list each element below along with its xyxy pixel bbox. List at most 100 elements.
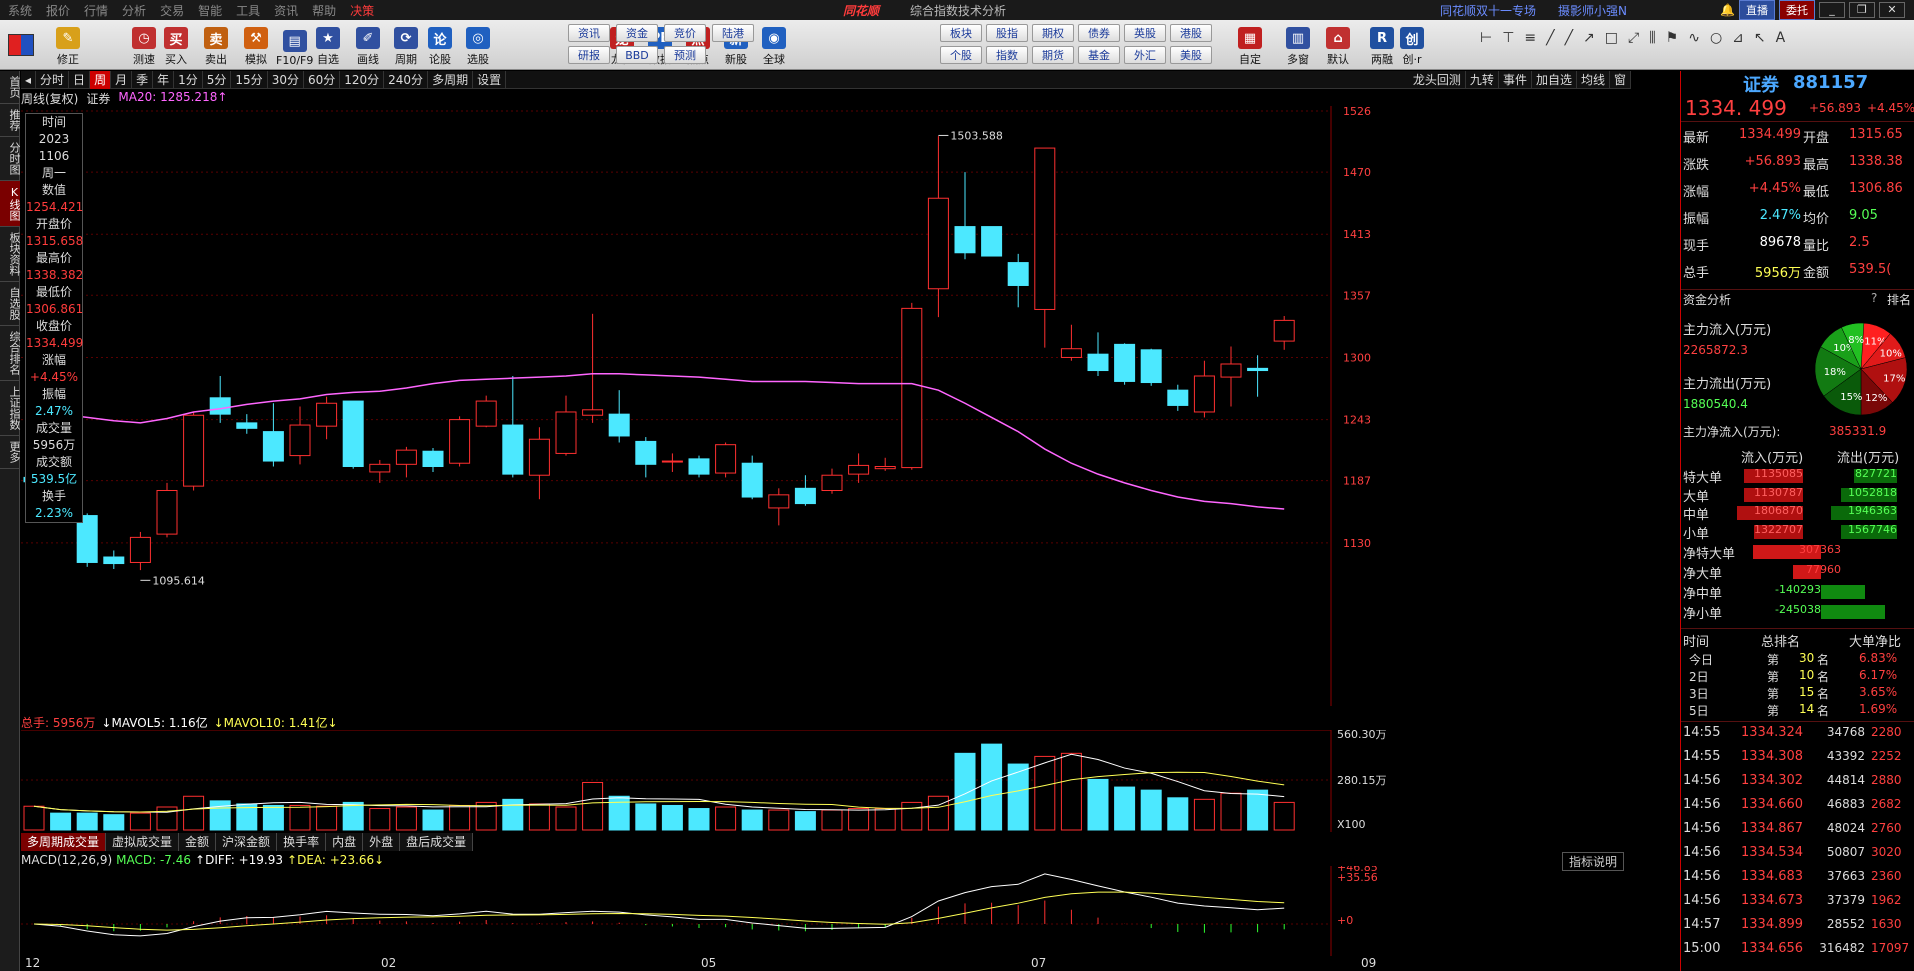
menu-item-6[interactable]: 工具 bbox=[236, 2, 260, 19]
toolbar-button-9[interactable]: 论论股 bbox=[428, 23, 452, 67]
toolbar-button-0[interactable]: ✎ 修正 bbox=[56, 23, 80, 67]
draw-tool-icon-1[interactable]: ⊤ bbox=[1502, 30, 1514, 46]
entrust-button[interactable]: 委托 bbox=[1778, 0, 1815, 20]
kline-chart[interactable]: 1526 1470 1413 1357 1300 1243 1187 1130 1503.588… bbox=[21, 106, 1631, 706]
toolbar-small-15[interactable]: 期货 bbox=[1032, 46, 1074, 64]
draw-tool-icon-8[interactable]: ⫼ bbox=[1649, 30, 1655, 46]
draw-tool-icon-9[interactable]: ⚑ bbox=[1666, 30, 1679, 46]
left-tab-6[interactable]: 综合排名 bbox=[0, 326, 21, 381]
toolbar-small-9[interactable]: 期权 bbox=[1032, 24, 1074, 42]
draw-tool-icon-14[interactable]: A bbox=[1776, 30, 1786, 46]
close-icon[interactable]: ✕ bbox=[1878, 2, 1905, 18]
period-right-0[interactable]: 龙头回测 bbox=[1409, 71, 1466, 89]
volume-tab-4[interactable]: 换手率 bbox=[277, 833, 327, 851]
left-tab-4[interactable]: 板块资料 bbox=[0, 227, 21, 282]
toolbar-small-4[interactable]: 研报 bbox=[568, 46, 610, 64]
menu-item-2[interactable]: 行情 bbox=[84, 2, 108, 19]
period-right-3[interactable]: 加自选 bbox=[1532, 71, 1577, 89]
period-tab-0[interactable]: 分时 bbox=[36, 70, 70, 89]
toolbar-small-8[interactable]: 股指 bbox=[986, 24, 1028, 42]
draw-tool-icon-7[interactable]: ⤢ bbox=[1628, 30, 1639, 46]
live-button[interactable]: 直播 bbox=[1738, 0, 1775, 20]
toolbar-button-10[interactable]: ◎ 选股 bbox=[466, 23, 490, 67]
fund-rank-tab[interactable]: 排名 bbox=[1887, 291, 1911, 308]
toolbar-button-16[interactable]: ▦ 自定 bbox=[1238, 23, 1262, 67]
volume-tab-0[interactable]: 多周期成交量 bbox=[21, 833, 107, 851]
fund-help-icon[interactable]: ? bbox=[1871, 291, 1877, 305]
toolbar-button-20[interactable]: 创创·r bbox=[1400, 23, 1424, 67]
promo-link[interactable]: 同花顺双十一专场 bbox=[1440, 2, 1536, 19]
minimize-icon[interactable]: _ bbox=[1818, 2, 1845, 18]
toolbar-small-10[interactable]: 债券 bbox=[1078, 24, 1120, 42]
draw-tool-icon-0[interactable]: ⊢ bbox=[1480, 30, 1492, 46]
volume-tab-5[interactable]: 内盘 bbox=[326, 833, 364, 851]
period-tab-11[interactable]: 120分 bbox=[340, 70, 385, 89]
toolbar-small-3[interactable]: 陆港 bbox=[712, 24, 754, 42]
toolbar-small-16[interactable]: 基金 bbox=[1078, 46, 1120, 64]
period-tab-4[interactable]: 季 bbox=[132, 70, 154, 89]
period-tab-6[interactable]: 1分 bbox=[174, 70, 203, 89]
period-right-1[interactable]: 九转 bbox=[1466, 71, 1499, 89]
period-tab-10[interactable]: 60分 bbox=[304, 70, 341, 89]
period-right-2[interactable]: 事件 bbox=[1499, 71, 1532, 89]
period-tab-1[interactable]: 日 bbox=[69, 70, 91, 89]
bell-icon[interactable]: 🔔 bbox=[1720, 3, 1735, 17]
toolbar-small-14[interactable]: 指数 bbox=[986, 46, 1028, 64]
left-tab-1[interactable]: 推荐 bbox=[0, 104, 21, 137]
draw-tool-icon-3[interactable]: ╱ bbox=[1546, 30, 1554, 46]
toolbar-button-17[interactable]: ▥ 多窗 bbox=[1286, 23, 1310, 67]
toolbar-small-5[interactable]: BBD bbox=[616, 46, 658, 64]
toolbar-button-4[interactable]: ⚒ 模拟 bbox=[244, 23, 268, 67]
left-tab-3[interactable]: K线图 bbox=[0, 181, 21, 227]
menu-item-5[interactable]: 智能 bbox=[198, 2, 222, 19]
macd-chart[interactable]: +46.85+35.56+0 bbox=[21, 866, 1631, 956]
toolbar-button-15[interactable]: ◉ 全球 bbox=[762, 23, 786, 67]
period-tab-9[interactable]: 30分 bbox=[268, 70, 304, 89]
draw-tool-icon-6[interactable]: □ bbox=[1605, 30, 1618, 46]
draw-tool-icon-2[interactable]: ≡ bbox=[1524, 30, 1536, 46]
draw-tool-icon-13[interactable]: ↖ bbox=[1754, 30, 1766, 46]
volume-tab-6[interactable]: 外盘 bbox=[363, 833, 401, 851]
period-tab-3[interactable]: 月 bbox=[111, 70, 133, 89]
menu-item-4[interactable]: 交易 bbox=[160, 2, 184, 19]
menu-item-7[interactable]: 资讯 bbox=[274, 2, 298, 19]
menu-item-1[interactable]: 报价 bbox=[46, 2, 70, 19]
volume-tab-1[interactable]: 虚拟成交量 bbox=[106, 833, 180, 851]
toolbar-small-17[interactable]: 外汇 bbox=[1124, 46, 1166, 64]
left-tab-7[interactable]: 上证指数 bbox=[0, 381, 21, 436]
menu-item-0[interactable]: 系统 bbox=[8, 2, 32, 19]
toolbar-small-12[interactable]: 港股 bbox=[1170, 24, 1212, 42]
draw-tool-icon-10[interactable]: ∿ bbox=[1688, 30, 1700, 46]
toolbar-button-6[interactable]: ★ 自选 bbox=[316, 23, 340, 67]
period-right-4[interactable]: 均线 bbox=[1577, 71, 1610, 89]
volume-tab-7[interactable]: 盘后成交量 bbox=[400, 833, 474, 851]
volume-chart[interactable]: 560.30万 280.15万 X100 bbox=[21, 730, 1631, 832]
draw-tool-icon-11[interactable]: ○ bbox=[1710, 30, 1722, 46]
menu-item-3[interactable]: 分析 bbox=[122, 2, 146, 19]
draw-tool-icon-5[interactable]: ↗ bbox=[1583, 30, 1595, 46]
prev-icon[interactable]: ◂ bbox=[21, 70, 37, 89]
left-tab-5[interactable]: 自选股 bbox=[0, 282, 21, 326]
period-tab-14[interactable]: 设置 bbox=[473, 70, 507, 89]
draw-tool-icon-4[interactable]: ╱ bbox=[1565, 30, 1573, 46]
user-name[interactable]: 摄影师小强N bbox=[1558, 2, 1627, 19]
menu-item-9[interactable]: 决策 bbox=[350, 2, 374, 19]
toolbar-button-19[interactable]: R 两融 bbox=[1370, 23, 1394, 67]
period-tab-12[interactable]: 240分 bbox=[384, 70, 429, 89]
restore-icon[interactable]: ❐ bbox=[1848, 2, 1875, 18]
period-right-5[interactable]: 窗 bbox=[1610, 71, 1631, 89]
toolbar-small-7[interactable]: 板块 bbox=[940, 24, 982, 42]
toolbar-small-18[interactable]: 美股 bbox=[1170, 46, 1212, 64]
toolbar-button-8[interactable]: ⟳ 周期 bbox=[394, 23, 418, 67]
toolbar-small-11[interactable]: 英股 bbox=[1124, 24, 1166, 42]
toolbar-button-5[interactable]: ▤ F10/F9 bbox=[276, 23, 313, 67]
period-tab-5[interactable]: 年 bbox=[153, 70, 175, 89]
toolbar-button-3[interactable]: 卖卖出 bbox=[204, 23, 228, 67]
left-tab-0[interactable]: 首页 bbox=[0, 71, 21, 104]
toolbar-small-6[interactable]: 预测 bbox=[664, 46, 706, 64]
left-tab-8[interactable]: 更多 bbox=[0, 436, 21, 469]
toolbar-small-13[interactable]: 个股 bbox=[940, 46, 982, 64]
draw-tool-icon-12[interactable]: ⊿ bbox=[1732, 30, 1744, 46]
toolbar-button-1[interactable]: ◷ 测速 bbox=[132, 23, 156, 67]
toolbar-button-18[interactable]: ⌂ 默认 bbox=[1326, 23, 1350, 67]
